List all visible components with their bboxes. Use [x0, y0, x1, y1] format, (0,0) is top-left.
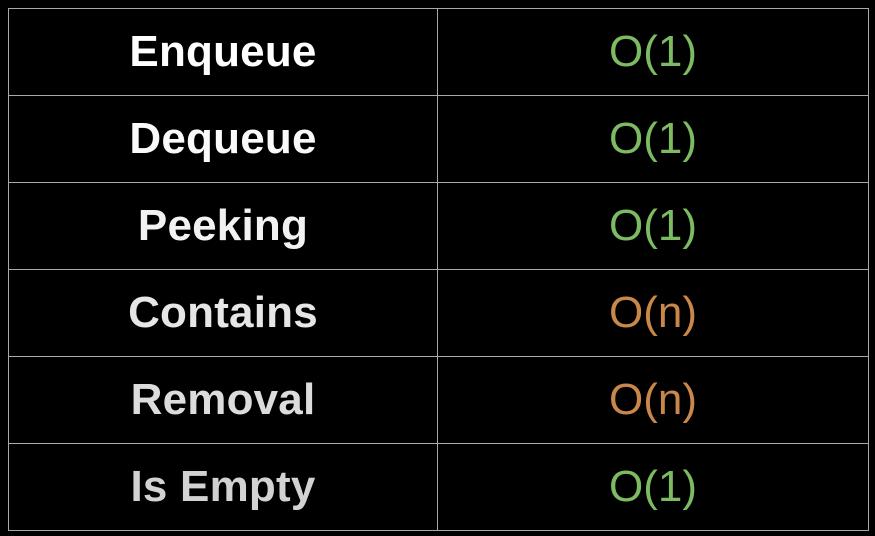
complexity-cell: O(1) — [437, 182, 869, 270]
table-row: Enqueue O(1) — [8, 8, 869, 96]
operation-cell: Contains — [8, 269, 438, 357]
complexity-value: O(1) — [609, 201, 697, 250]
table-row: Peeking O(1) — [8, 182, 869, 270]
operation-name: Contains — [128, 288, 318, 337]
complexity-value: O(1) — [609, 114, 697, 163]
operation-cell: Dequeue — [8, 95, 438, 183]
operation-name: Dequeue — [129, 114, 317, 163]
operation-name: Peeking — [137, 201, 309, 250]
operation-cell: Peeking — [8, 182, 438, 270]
operation-name: Enqueue — [129, 27, 317, 76]
table-row: Removal O(n) — [8, 356, 869, 444]
complexity-cell: O(1) — [437, 443, 869, 531]
table-row: Dequeue O(1) — [8, 95, 869, 183]
complexity-value: O(1) — [609, 462, 697, 511]
complexity-table-body: Enqueue O(1) Dequeue O(1) Peeking O(1) C… — [8, 8, 869, 531]
operation-cell: Removal — [8, 356, 438, 444]
complexity-value: O(n) — [609, 375, 697, 424]
complexity-cell: O(1) — [437, 95, 869, 183]
operation-cell: Is Empty — [8, 443, 438, 531]
complexity-value: O(1) — [609, 27, 697, 76]
complexity-cell: O(n) — [437, 269, 869, 357]
complexity-cell: O(n) — [437, 356, 869, 444]
table-row: Contains O(n) — [8, 269, 869, 357]
operation-name: Removal — [130, 375, 316, 424]
table-row: Is Empty O(1) — [8, 443, 869, 531]
complexity-cell: O(1) — [437, 8, 869, 96]
complexity-value: O(n) — [609, 288, 697, 337]
operation-cell: Enqueue — [8, 8, 438, 96]
complexity-table: Enqueue O(1) Dequeue O(1) Peeking O(1) C… — [8, 8, 869, 531]
operation-name: Is Empty — [130, 462, 316, 511]
